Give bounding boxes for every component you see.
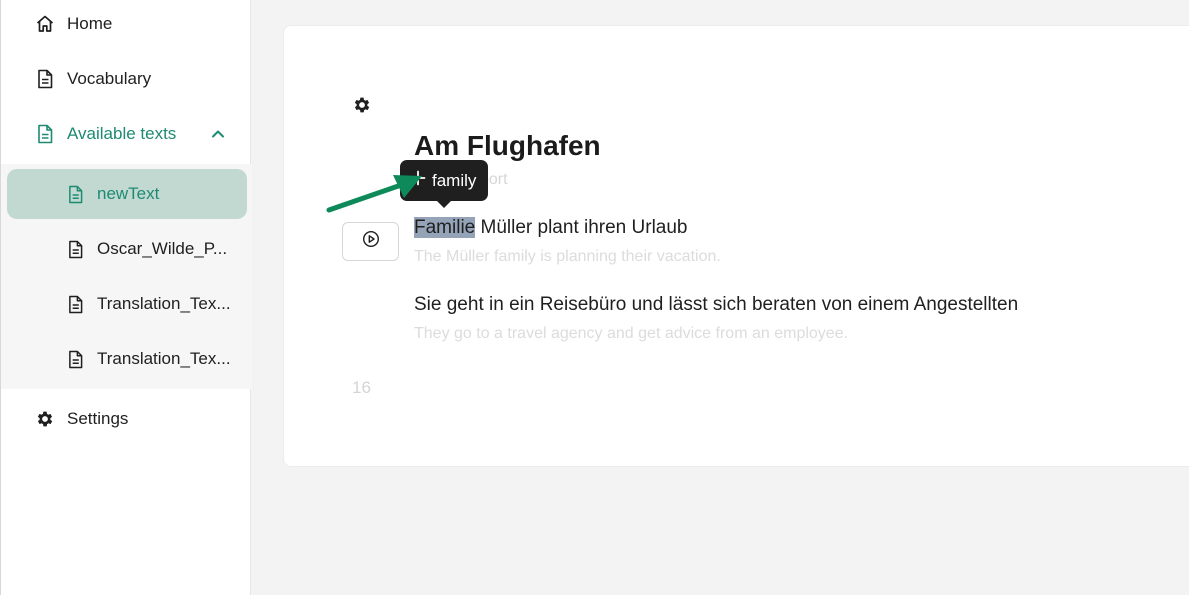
sidebar-item-settings[interactable]: Settings bbox=[1, 397, 252, 441]
text-item-label: Translation_Tex... bbox=[97, 294, 231, 313]
play-icon bbox=[362, 230, 380, 253]
home-icon bbox=[35, 14, 55, 34]
text-reader-card bbox=[283, 25, 1189, 467]
sentence-1: Familie Müller plant ihren Urlaub bbox=[414, 217, 688, 239]
document-icon bbox=[66, 349, 84, 369]
page-title: Am Flughafen bbox=[414, 130, 601, 161]
translation-1: The Müller family is planning their vaca… bbox=[414, 248, 721, 265]
text-item-newtext[interactable]: newText bbox=[7, 169, 247, 219]
translation-2: They go to a travel agency and get advic… bbox=[414, 325, 849, 342]
sidebar-item-label: Vocabulary bbox=[67, 69, 152, 88]
sidebar-item-available-texts[interactable]: Available texts bbox=[1, 112, 252, 156]
sidebar-item-label: Settings bbox=[67, 409, 129, 428]
document-icon bbox=[35, 124, 55, 144]
sidebar-item-home[interactable]: Home bbox=[1, 2, 252, 46]
gear-icon[interactable] bbox=[352, 95, 372, 115]
text-item-oscar-wilde[interactable]: Oscar_Wilde_P... bbox=[7, 224, 247, 274]
annotation-arrow-icon bbox=[326, 175, 422, 213]
text-item-translation-2[interactable]: Translation_Tex... bbox=[7, 334, 247, 384]
document-icon bbox=[66, 184, 84, 204]
sentence-text[interactable]: Müller plant ihren Urlaub bbox=[475, 217, 688, 238]
text-item-label: Translation_Tex... bbox=[97, 349, 231, 368]
selected-word[interactable]: Familie bbox=[414, 217, 476, 238]
page-number: 16 bbox=[352, 378, 371, 397]
sidebar-item-vocabulary[interactable]: Vocabulary bbox=[1, 57, 252, 101]
sidebar: Home Vocabulary Available texts newText … bbox=[0, 0, 252, 595]
gear-icon bbox=[35, 409, 55, 429]
document-icon bbox=[66, 239, 84, 259]
play-audio-button[interactable] bbox=[342, 222, 399, 261]
text-item-label: Oscar_Wilde_P... bbox=[97, 239, 228, 258]
document-icon bbox=[35, 69, 55, 89]
sentence-2[interactable]: Sie geht in ein Reisebüro und lässt sich… bbox=[414, 294, 1018, 316]
sidebar-item-label: Available texts bbox=[67, 124, 177, 143]
text-item-translation-1[interactable]: Translation_Tex... bbox=[7, 279, 247, 329]
tooltip-caret bbox=[436, 200, 452, 208]
chevron-up-icon[interactable] bbox=[209, 125, 227, 143]
sidebar-item-label: Home bbox=[67, 14, 113, 33]
document-icon bbox=[66, 294, 84, 314]
available-texts-list: newText Oscar_Wilde_P... Translation_Tex… bbox=[1, 164, 252, 389]
tooltip-label: family bbox=[432, 170, 477, 190]
text-item-label: newText bbox=[97, 184, 160, 203]
